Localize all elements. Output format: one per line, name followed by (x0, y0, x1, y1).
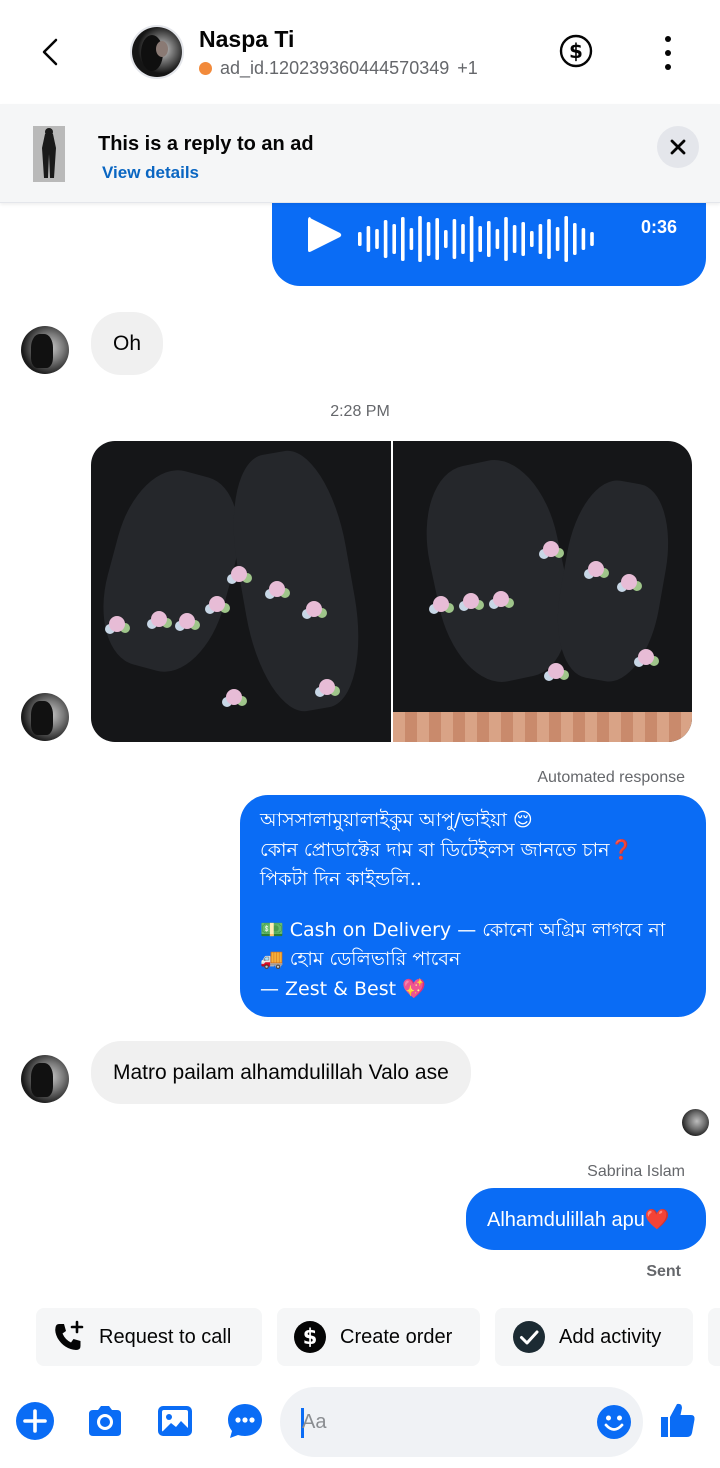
waveform-bar (418, 216, 422, 262)
contact-avatar[interactable] (130, 25, 184, 79)
photo-black-dress-1[interactable] (91, 441, 391, 742)
waveform-bar (530, 231, 534, 247)
message-input[interactable] (302, 1387, 592, 1457)
waveform-bar (590, 232, 594, 246)
photo-black-dress-2[interactable] (392, 441, 692, 742)
camera-icon[interactable] (85, 1401, 125, 1441)
voice-message-bubble[interactable]: 0:36 (272, 203, 706, 286)
close-icon[interactable] (657, 126, 699, 168)
add-activity-button[interactable]: Add activity (495, 1308, 693, 1366)
auto-line-question: কোন প্রোডাক্টের দাম বা ডিটেইলস জানতে চান… (260, 838, 634, 861)
sent-status: Sent (646, 1263, 681, 1280)
auto-line-request: পিকটা দিন কাইন্ডলি.. (260, 868, 422, 890)
add-activity-label: Add activity (559, 1325, 662, 1348)
create-order-label: Create order (340, 1325, 453, 1348)
waveform-bar (555, 227, 560, 251)
chat-bubble-icon[interactable] (225, 1401, 265, 1441)
waveform-bar (444, 230, 448, 248)
waveform-bar (573, 223, 577, 255)
status-dot (199, 62, 212, 75)
waveform-bar (383, 220, 388, 258)
sender-name-label: Sabrina Islam (587, 1163, 685, 1180)
photo-message-group[interactable] (91, 441, 692, 742)
audio-duration: 0:36 (641, 217, 678, 237)
view-details-link[interactable]: View details (102, 163, 199, 183)
sender-avatar[interactable] (21, 1055, 69, 1103)
ad-thumbnail (33, 126, 65, 182)
plus-circle-icon[interactable] (15, 1401, 55, 1441)
more-actions-chip[interactable] (708, 1308, 720, 1366)
chat-header: Naspa Ti ad_id.120239360444570349 +1 $ (0, 0, 720, 104)
waveform-bar (504, 217, 508, 261)
waveform-bar (409, 228, 414, 250)
waveform-bar (521, 222, 525, 256)
incoming-message-oh[interactable]: Oh (91, 312, 164, 375)
waveform-bar (487, 221, 491, 257)
auto-line-delivery: 🚚 হোম ডেলিভারি পাবেন (260, 948, 461, 970)
auto-line-greeting: আসসালামুয়ালাইকুম আপু/ভাইয়া 😌 (260, 809, 533, 831)
waveform-bar (581, 228, 586, 250)
sender-avatar[interactable] (21, 326, 69, 374)
ad-reply-banner[interactable]: This is a reply to an ad View details (0, 104, 720, 203)
incoming-message-matro[interactable]: Matro pailam alhamdulillah Valo ase (91, 1041, 471, 1104)
more-options-icon[interactable] (655, 36, 681, 70)
message-input-container[interactable] (280, 1387, 643, 1457)
outgoing-message-reply[interactable]: Alhamdulillah apu❤️ (466, 1188, 706, 1250)
waveform-bar (495, 229, 500, 249)
sender-avatar[interactable] (21, 693, 69, 741)
message-composer (0, 1384, 720, 1460)
phone-plus-icon (55, 1320, 84, 1350)
waveform-bar (358, 232, 362, 246)
waveform-icon (358, 216, 594, 262)
seen-avatar (682, 1109, 709, 1136)
waveform-bar (461, 224, 465, 254)
message-timestamp: 2:28 PM (330, 403, 390, 420)
back-arrow-icon[interactable] (30, 30, 70, 74)
thumbs-up-icon[interactable] (658, 1400, 698, 1440)
quick-actions-bar: Request to call $ Create order Add activ… (0, 1308, 720, 1366)
waveform-bar (426, 222, 431, 256)
gallery-icon[interactable] (155, 1401, 195, 1441)
waveform-bar (366, 226, 371, 252)
automated-response-bubble[interactable]: আসসালামুয়ালাইকুম আপু/ভাইয়া 😌 কোন প্রোড… (240, 795, 706, 1017)
dollar-circle-icon[interactable]: $ (558, 33, 594, 69)
play-icon[interactable] (304, 213, 344, 257)
waveform-bar (392, 224, 396, 254)
waveform-bar (512, 225, 517, 253)
request-to-call-label: Request to call (99, 1325, 232, 1348)
emoji-icon[interactable] (596, 1404, 632, 1440)
waveform-bar (469, 216, 474, 262)
waveform-bar (538, 224, 543, 254)
waveform-bar (401, 217, 405, 261)
auto-line-cod: 💵 Cash on Delivery — কোনো অগ্রিম লাগবে ন… (260, 918, 666, 941)
message-list[interactable]: 0:36 Oh 2:28 PM Automated response আসসাল… (0, 203, 720, 1300)
ad-banner-title: This is a reply to an ad (98, 133, 314, 155)
auto-line-signature: — Zest & Best 💖 (260, 977, 426, 1000)
waveform-bar (547, 219, 551, 259)
waveform-bar (375, 229, 379, 249)
contact-name[interactable]: Naspa Ti (199, 26, 294, 53)
svg-text:$: $ (303, 1325, 318, 1349)
automated-response-label: Automated response (537, 769, 685, 786)
contact-subtitle: ad_id.120239360444570349 +1 (199, 58, 478, 79)
checkmark-circle-icon (513, 1321, 545, 1353)
waveform-bar (435, 218, 439, 260)
create-order-button[interactable]: $ Create order (277, 1308, 480, 1366)
waveform-bar (478, 226, 482, 252)
waveform-bar (452, 219, 457, 259)
ad-id-text: ad_id.120239360444570349 (220, 58, 450, 78)
ad-id-extra: +1 (457, 58, 478, 78)
dollar-icon: $ (294, 1321, 326, 1353)
svg-text:$: $ (569, 39, 583, 63)
request-to-call-button[interactable]: Request to call (36, 1308, 262, 1366)
waveform-bar (564, 216, 568, 262)
